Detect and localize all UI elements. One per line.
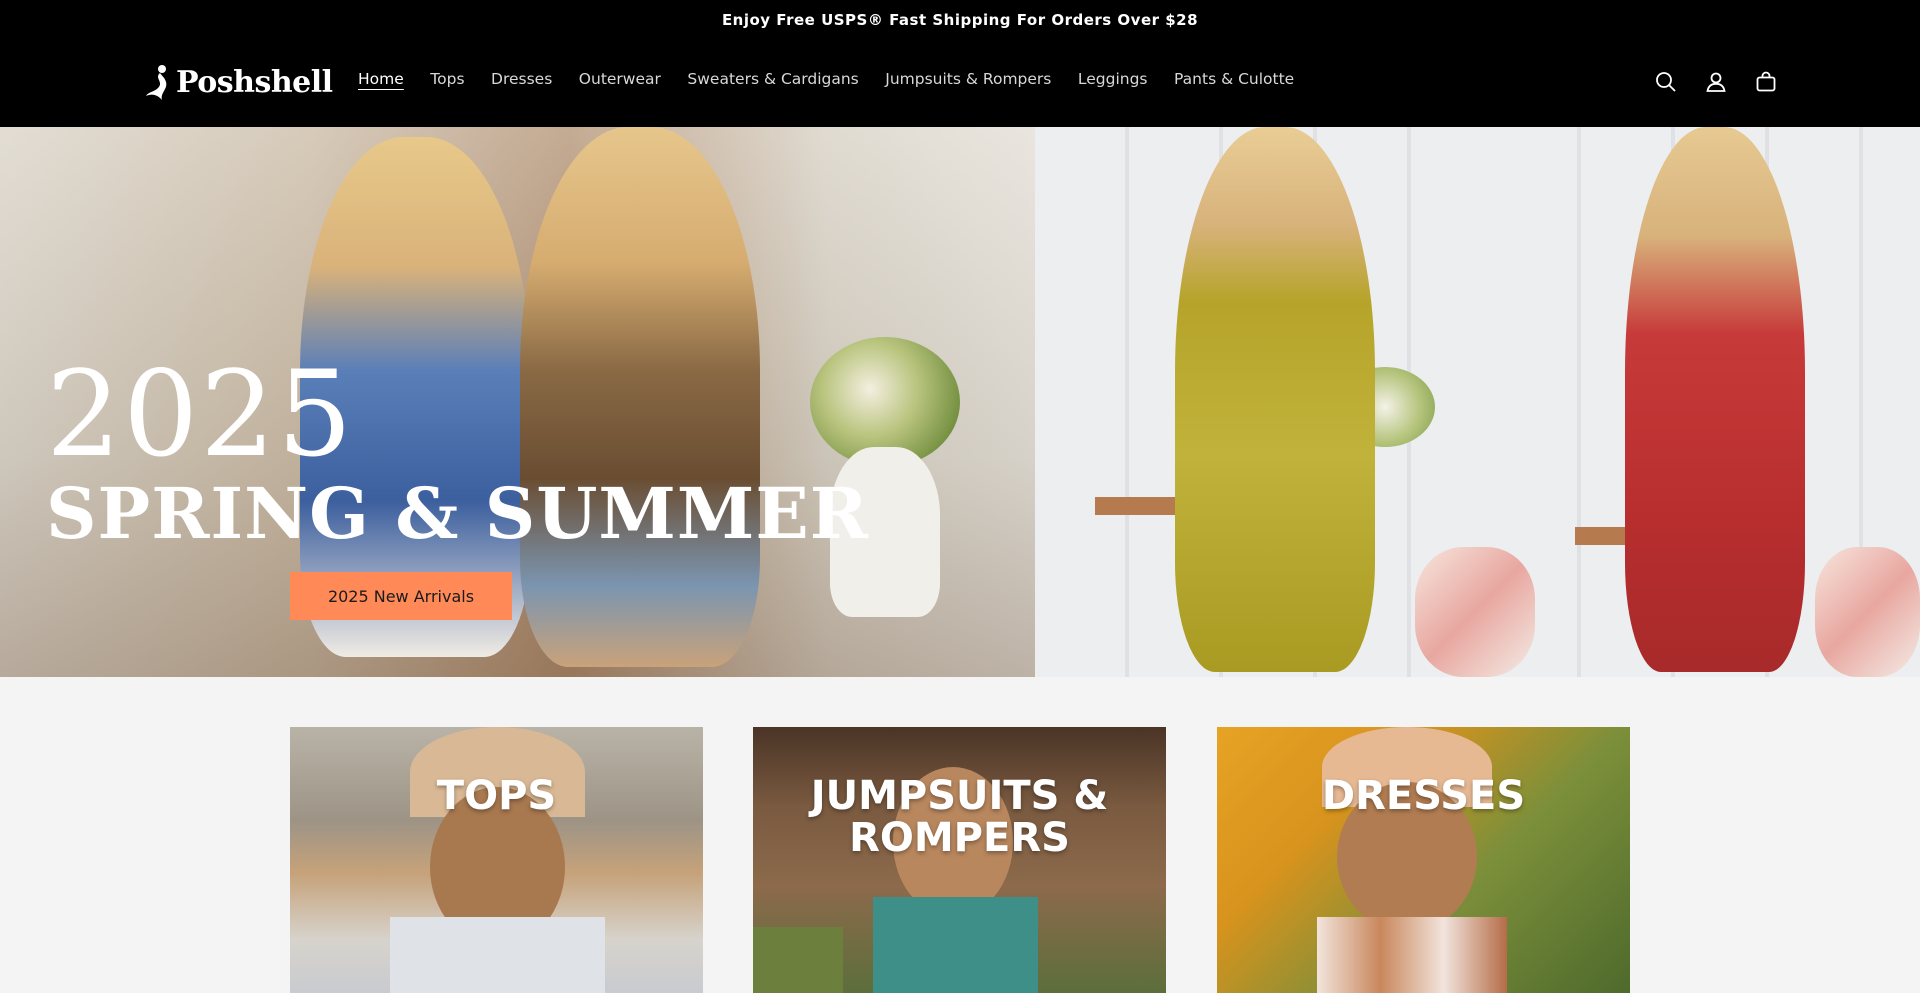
collection-card-dresses[interactable]: DRESSES	[1217, 727, 1630, 993]
collection-grid: TOPS JUMPSUITS & ROMPERS DRESSES	[0, 727, 1920, 993]
collection-card-jumpsuits-rompers[interactable]: JUMPSUITS & ROMPERS	[753, 727, 1166, 993]
hero-headline: SPRING & SUMMER	[46, 472, 869, 555]
announcement-bar: Enjoy Free USPS® Fast Shipping For Order…	[0, 0, 1920, 40]
nav-item-dresses[interactable]: Dresses	[491, 70, 552, 88]
collection-title-tops: TOPS	[436, 773, 557, 819]
main-nav: Home Tops Dresses Outerwear Sweaters & C…	[358, 70, 1321, 88]
site-header: Poshshell Home Tops Dresses Outerwear Sw…	[0, 40, 1920, 127]
nav-item-pants-culotte[interactable]: Pants & Culotte	[1174, 70, 1294, 88]
nav-item-sweaters-cardigans[interactable]: Sweaters & Cardigans	[687, 70, 858, 88]
new-arrivals-button[interactable]: 2025 New Arrivals	[290, 572, 512, 620]
collection-title-dresses: DRESSES	[1321, 773, 1526, 819]
announcement-text: Enjoy Free USPS® Fast Shipping For Order…	[721, 11, 1199, 29]
hero-year: 2025	[46, 345, 355, 483]
brand-name: Poshshell	[176, 64, 333, 100]
nav-item-jumpsuits-rompers[interactable]: Jumpsuits & Rompers	[885, 70, 1051, 88]
cart-icon[interactable]	[1752, 68, 1780, 96]
brand-logo[interactable]: Poshshell	[144, 62, 333, 102]
header-icons	[1652, 68, 1780, 96]
account-icon[interactable]	[1702, 68, 1730, 96]
nav-item-home[interactable]: Home	[358, 70, 404, 88]
nav-item-tops[interactable]: Tops	[430, 70, 464, 88]
nav-item-outerwear[interactable]: Outerwear	[579, 70, 661, 88]
search-icon[interactable]	[1652, 68, 1680, 96]
collection-title-jumpsuits-rompers: JUMPSUITS & ROMPERS	[810, 773, 1109, 861]
logo-figure-icon	[146, 65, 167, 100]
hero-banner: 2025 SPRING & SUMMER 2025 New Arrivals	[0, 127, 1920, 677]
collection-card-tops[interactable]: TOPS	[290, 727, 703, 993]
nav-item-leggings[interactable]: Leggings	[1078, 70, 1148, 88]
hero-image-right	[1035, 127, 1920, 677]
